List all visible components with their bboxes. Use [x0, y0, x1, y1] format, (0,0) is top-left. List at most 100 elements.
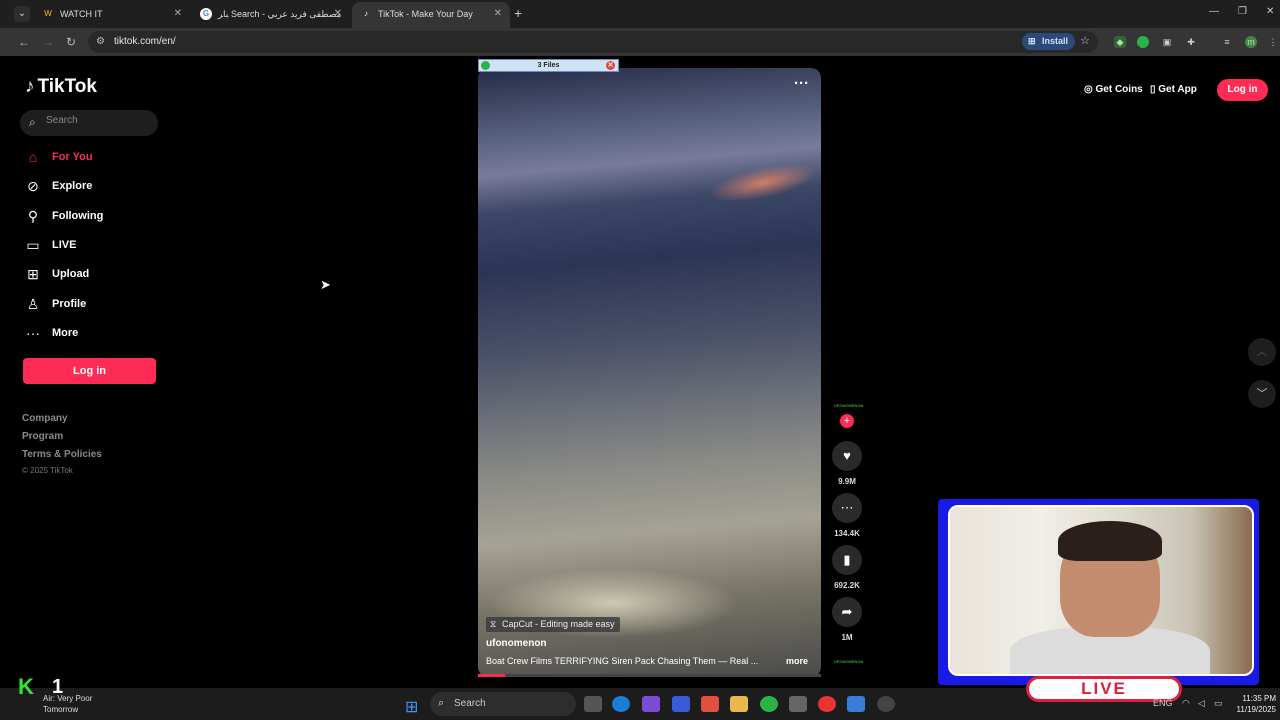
get-coins-label: Get Coins: [1095, 84, 1143, 95]
sidebar-login-button[interactable]: Log in: [23, 358, 156, 384]
bookmark-star-icon[interactable]: ☆: [1079, 35, 1091, 47]
nav-profile[interactable]: ♙ Profile: [24, 293, 164, 317]
copyright: © 2025 TikTok: [22, 466, 73, 475]
nav-more[interactable]: ··· More: [24, 322, 164, 346]
chrome-menu-icon[interactable]: ⋮: [1267, 36, 1279, 48]
bookmark-icon[interactable]: ▮: [832, 545, 862, 575]
tab-title: TikTok - Make Your Day: [378, 9, 473, 19]
tab-watch-it[interactable]: W WATCH IT ✕: [34, 2, 190, 28]
like-count: 9.9M: [838, 477, 856, 486]
taskbar-search[interactable]: ⌕ Search: [430, 692, 576, 716]
whatsapp-taskbar-icon[interactable]: [760, 696, 778, 712]
nav-for-you[interactable]: ⌂ For You: [24, 146, 164, 170]
tiktok-note-icon: ♪: [25, 76, 35, 97]
install-label: Install: [1042, 36, 1069, 46]
tab-title: WATCH IT: [60, 9, 103, 19]
comment-icon[interactable]: ⋯: [832, 493, 862, 523]
video-player[interactable]: [478, 68, 821, 677]
reload-icon[interactable]: ↻: [66, 35, 76, 49]
task-view-icon[interactable]: [584, 696, 602, 712]
photos-icon[interactable]: [847, 696, 865, 712]
profile-avatar-icon[interactable]: m: [1245, 36, 1257, 48]
nav-label: Following: [52, 210, 104, 222]
caption-more-link[interactable]: more: [786, 656, 808, 666]
previous-video-chevron-up-icon[interactable]: ︿: [1248, 338, 1276, 366]
close-window-icon[interactable]: ✕: [1266, 6, 1274, 17]
tray-volume-icon[interactable]: ◁: [1198, 698, 1205, 709]
close-tab-icon[interactable]: ✕: [494, 2, 502, 26]
restore-icon[interactable]: ❐: [1238, 6, 1247, 17]
install-icon: ⊞: [1028, 36, 1036, 46]
close-tab-icon[interactable]: ✕: [334, 2, 342, 26]
taskbar-clock[interactable]: 11:35 PM 11/19/2025: [1232, 693, 1276, 715]
extensions-puzzle-icon[interactable]: ✚: [1185, 36, 1197, 48]
url-text: tiktok.com/en/: [114, 36, 176, 47]
footer-link-terms[interactable]: Terms & Policies: [22, 449, 102, 460]
footer-link-company[interactable]: Company: [22, 413, 68, 424]
tab-google-search[interactable]: G ﺒﺎﺮ Search - مصطفى فريد عربي ✕: [192, 2, 350, 28]
obs-icon[interactable]: [877, 696, 895, 712]
extension-whatsapp-icon[interactable]: [1137, 36, 1149, 48]
search-icon: ⌕: [438, 697, 445, 709]
tray-battery-icon[interactable]: ▭: [1214, 698, 1223, 709]
video-more-options-icon[interactable]: ···: [794, 75, 809, 92]
video-progress-bar[interactable]: [478, 674, 821, 677]
mouse-cursor-icon: ➤: [320, 277, 331, 292]
install-app-button[interactable]: ⊞ Install: [1022, 33, 1076, 50]
brave-icon[interactable]: [701, 696, 719, 712]
get-app-button[interactable]: ▯ Get App: [1150, 80, 1197, 100]
media-control-icon[interactable]: ≡: [1221, 36, 1233, 48]
like-heart-icon[interactable]: ♥: [832, 441, 862, 471]
header-login-button[interactable]: Log in: [1217, 79, 1268, 101]
nav-explore[interactable]: ⊘ Explore: [24, 175, 164, 199]
music-disc-icon[interactable]: UFONOMENON: [834, 654, 863, 670]
address-bar[interactable]: ⚙ tiktok.com/en/: [88, 31, 1098, 53]
tab-tiktok[interactable]: ♪ TikTok - Make Your Day ✕: [352, 2, 510, 28]
close-tab-icon[interactable]: ✕: [174, 2, 182, 26]
search-box[interactable]: ⌕: [20, 110, 158, 136]
capcut-badge[interactable]: ⧖ CapCut - Editing made easy: [486, 617, 620, 632]
nav-live[interactable]: ▭ LIVE: [24, 234, 164, 258]
footer-link-program[interactable]: Program: [22, 431, 63, 442]
whatsapp-icon: [481, 61, 490, 70]
coin-icon: ◎: [1084, 84, 1096, 95]
copilot-icon[interactable]: [642, 696, 660, 712]
chrome-taskbar-icon[interactable]: [818, 696, 836, 712]
tray-network-icon[interactable]: ◠: [1182, 698, 1190, 709]
file-explorer-icon[interactable]: [730, 696, 748, 712]
tab-title: ﺒﺎﺮ Search - مصطفى فريد عربي: [218, 9, 342, 19]
search-input[interactable]: [46, 115, 146, 126]
site-info-icon[interactable]: ⚙: [96, 36, 105, 47]
windows-start-icon[interactable]: ⊞: [405, 697, 418, 717]
video-author[interactable]: ufonomenon: [486, 638, 547, 649]
share-icon[interactable]: ➦: [832, 597, 862, 627]
language-indicator[interactable]: ENG: [1153, 698, 1173, 708]
watchit-favicon-icon: W: [44, 9, 52, 18]
m365-icon[interactable]: [672, 696, 690, 712]
store-icon[interactable]: [789, 696, 807, 712]
forward-icon[interactable]: →: [42, 35, 54, 49]
nav-following[interactable]: ⚲ Following: [24, 205, 164, 229]
home-icon: ⌂: [28, 149, 38, 165]
nav-upload[interactable]: ⊞ Upload: [24, 263, 164, 287]
follow-plus-icon[interactable]: +: [840, 414, 854, 428]
next-video-chevron-down-icon[interactable]: ﹀: [1248, 380, 1276, 408]
minimize-icon[interactable]: —: [1209, 6, 1219, 17]
new-tab-icon[interactable]: +: [514, 5, 522, 21]
channel-logo: K: [18, 674, 34, 699]
nav-label: Upload: [52, 268, 90, 280]
extension-1-icon[interactable]: ◆: [1114, 36, 1126, 48]
get-coins-button[interactable]: ◎ Get Coins: [1078, 80, 1143, 100]
extension-pocket-icon[interactable]: ▣: [1161, 36, 1173, 48]
weather-line-1: Air: Very Poor: [43, 694, 93, 703]
weather-widget[interactable]: Air: Very Poor Tomorrow: [43, 693, 92, 715]
search-icon: ⌕: [29, 115, 36, 129]
tab-search-icon[interactable]: ⌄: [14, 6, 30, 22]
creator-avatar[interactable]: UFONOMENON: [834, 396, 863, 416]
share-count: 1M: [841, 633, 853, 642]
save-count: 692.2K: [834, 581, 860, 590]
close-files-icon[interactable]: ✕: [606, 61, 615, 70]
back-icon[interactable]: ←: [18, 35, 30, 49]
edge-icon[interactable]: [612, 696, 630, 712]
tiktok-logo[interactable]: ♪ TikTok: [25, 76, 97, 98]
